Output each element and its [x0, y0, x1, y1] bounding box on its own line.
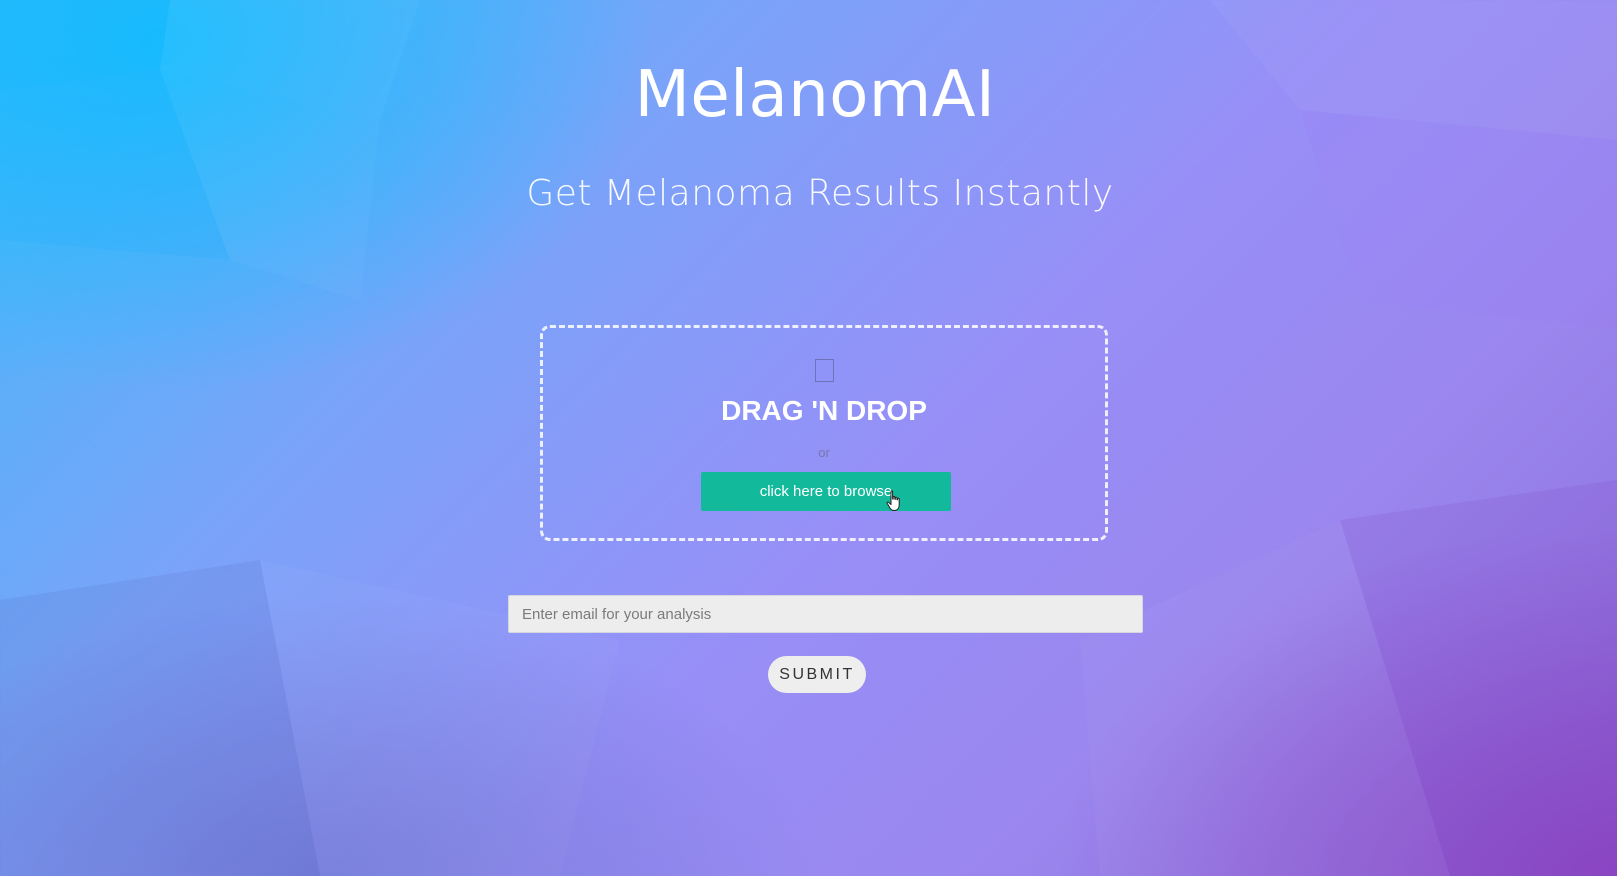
hand-pointer-icon — [886, 490, 900, 511]
page-title: MelanomAI — [634, 58, 996, 132]
browse-button[interactable]: click here to browse — [701, 472, 951, 511]
email-input[interactable] — [508, 595, 1143, 633]
page-subtitle: Get Melanoma Results Instantly — [526, 173, 1114, 214]
submit-button[interactable]: SUBMIT — [768, 656, 866, 693]
drag-drop-label: DRAG 'N DROP — [721, 395, 927, 426]
file-dropzone[interactable]: DRAG 'N DROP or click here to browse — [540, 325, 1108, 541]
file-icon — [815, 359, 834, 382]
or-label: or — [818, 445, 830, 460]
